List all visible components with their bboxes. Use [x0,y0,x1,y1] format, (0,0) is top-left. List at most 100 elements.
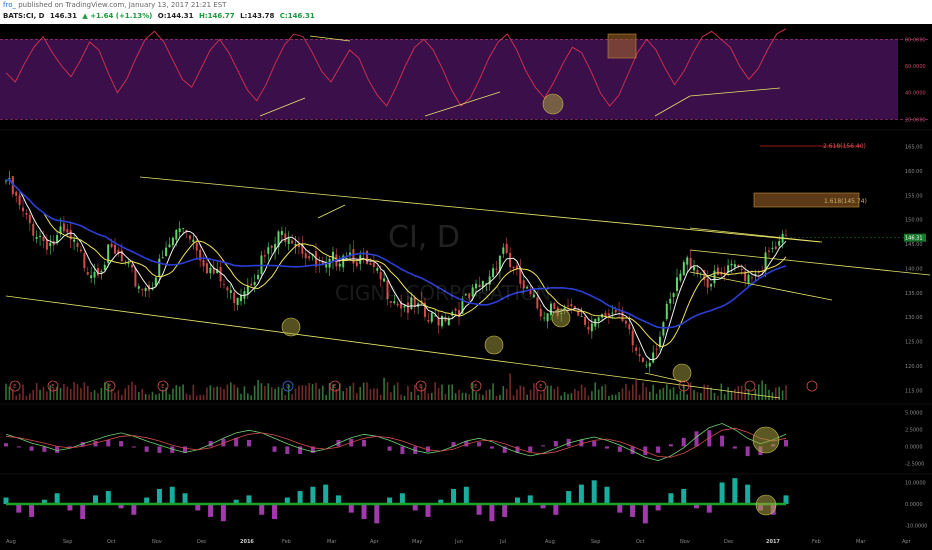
macd-highlight-circle [752,426,780,454]
ohlc-line: BATS:CI, D 146.31 ▲ +1.64 (+1.13%) O:144… [3,12,318,20]
volume-bar [76,384,79,400]
macd-axis-tick: 2.5000 [905,428,923,434]
volume-bar [342,391,345,400]
candle-body [785,234,787,236]
volume-bar [761,380,763,400]
candle-body [747,274,750,284]
volume-bar [536,389,539,400]
volume-bar [69,388,72,400]
rsi-band [0,39,898,120]
price-highlight-circle [484,335,504,355]
volume-bar [539,393,542,400]
price-axis-tick: 165.00 [905,145,923,151]
histogram-bar [105,491,111,504]
histogram-bar [297,491,303,504]
volume-bar [597,389,600,400]
candle-body [28,214,31,224]
macd-hist-bar [29,446,34,451]
candle-body [287,238,290,244]
histogram-bar [502,504,508,517]
close-value: C:146.31 [279,12,315,20]
volume-bar [66,386,69,400]
volume-bar [648,391,651,400]
candle-body [614,309,617,313]
volume-bar [46,391,48,400]
volume-bar [591,391,593,400]
chart-canvas[interactable]: 80.0000 60.0000 40.0000 20.0000 2.618(156.40… [0,24,932,550]
volume-bar [785,385,787,400]
volume-bar [584,387,586,400]
open-value: O:144.31 [157,12,194,20]
volume-bar [614,394,617,400]
volume-bar [315,382,317,400]
volume-bar [155,394,157,400]
candle-body [454,308,457,311]
histogram-bar [719,482,725,504]
volume-bar [437,388,440,400]
volume-bar [659,389,661,400]
volume-bar [148,394,150,400]
time-axis-tick: Dec [197,539,207,545]
candle-body [127,263,130,265]
candle-body [502,247,505,254]
volume-bar [390,392,392,400]
time-axis-tick: Nov [680,539,690,545]
volume-bar [356,393,358,400]
volume-bar [669,389,671,400]
time-axis-tick: Sep [63,539,72,545]
price-axis-tick: 150.00 [905,218,923,224]
volume-bar [321,385,324,400]
candle-body [403,305,406,308]
candle-body [444,316,447,322]
volume-bar [529,389,532,400]
macd-hist-bar [16,446,21,448]
candle-body [144,287,147,291]
price-axis-tick: 155.00 [905,193,923,199]
time-axis-tick: Mar [327,539,337,545]
volume-bar [138,392,140,400]
volume-bar [257,379,259,400]
volume-bar [86,385,89,400]
candle-body [168,244,171,248]
last-price-tag-text: 146.31 [905,236,923,242]
volume-bar [366,382,368,400]
histogram-bar [668,493,674,504]
macd-hist-bar [285,446,290,454]
histogram-bar [451,488,457,504]
histogram-bar [374,504,380,524]
author-link[interactable]: fro_ [3,1,16,9]
candle-body [767,250,770,252]
time-axis-tick: Aug [545,539,555,545]
histogram-bar [783,495,789,504]
volume-bar [97,393,99,400]
volume-bar [717,395,719,400]
candle-body [355,262,358,266]
candle-body [505,243,508,254]
volume-bar [124,388,127,400]
volume-bar [267,383,270,400]
candle-body [171,237,174,246]
volume-bar [349,385,351,400]
volume-bar [168,394,171,400]
rsi-highlight-circle [542,93,564,115]
candle-body [331,251,334,261]
histogram-bar [169,486,175,504]
candle-body [137,286,140,289]
candle-body [253,281,256,286]
volume-bar [478,393,481,400]
candle-body [45,239,48,250]
candle-body [495,268,498,270]
macd-hist-bar [553,441,558,447]
volume-bar [396,382,399,400]
candle-body [86,272,89,275]
symbol-label[interactable]: BATS:CI, D [3,12,44,20]
candle-body [716,267,719,275]
price-axis-tick: 125.00 [905,340,923,346]
volume-bar [608,395,610,400]
macd-hist-bar [489,446,494,449]
candle-body [39,235,42,237]
candle-body [83,253,86,269]
volume-bar [430,392,433,400]
volume-bar [642,382,644,400]
volume-bar [580,384,583,400]
